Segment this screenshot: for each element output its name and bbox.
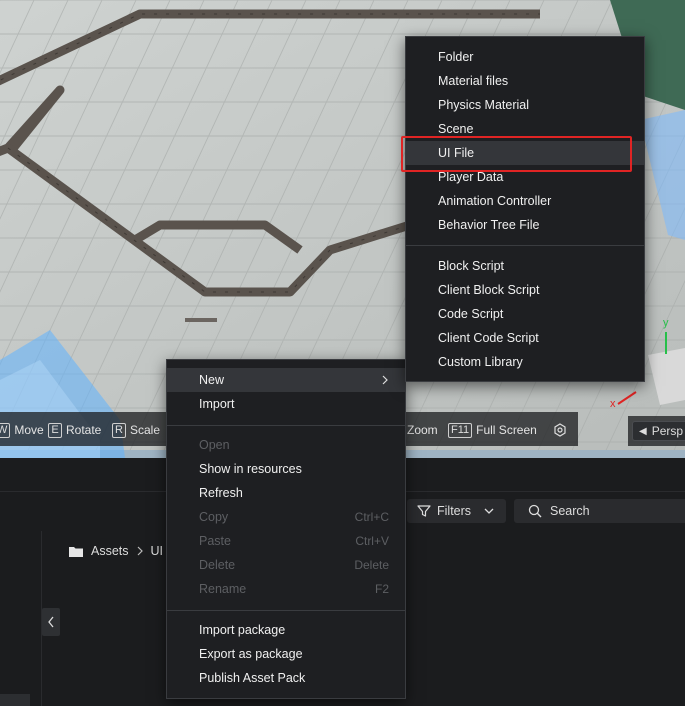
submenu-item-client-block-script[interactable]: Client Block Script bbox=[406, 278, 644, 302]
menu-item-shortcut: Ctrl+C bbox=[354, 510, 389, 524]
menu-item-shortcut: Ctrl+V bbox=[355, 534, 389, 548]
menu-item-copy: Copy Ctrl+C bbox=[167, 505, 405, 529]
menu-item-label: Import bbox=[199, 397, 235, 411]
submenu-item-custom-library[interactable]: Custom Library bbox=[406, 350, 644, 374]
menu-item-label: Player Data bbox=[438, 170, 504, 184]
menu-item-new[interactable]: New bbox=[167, 368, 405, 392]
collapse-sidebar-button[interactable] bbox=[42, 608, 60, 636]
breadcrumb-assets[interactable]: Assets bbox=[91, 544, 129, 558]
menu-item-label: Code Script bbox=[438, 307, 504, 321]
rotate-key: E bbox=[48, 422, 62, 438]
menu-item-label: Folder bbox=[438, 50, 474, 64]
chevron-right-icon bbox=[137, 546, 143, 556]
scale-tool-label: Scale bbox=[130, 423, 161, 437]
chevron-left-icon bbox=[48, 616, 54, 628]
menu-item-label: Custom Library bbox=[438, 355, 523, 369]
move-key: W bbox=[0, 422, 11, 438]
fullscreen-label: Full Screen bbox=[476, 423, 537, 437]
menu-item-label: Client Code Script bbox=[438, 331, 539, 345]
breadcrumb: Assets UI bbox=[68, 544, 163, 558]
submenu-item-folder[interactable]: Folder bbox=[406, 45, 644, 69]
menu-item-label: Client Block Script bbox=[438, 283, 540, 297]
menu-item-label: Import package bbox=[199, 623, 286, 637]
menu-item-label: Show in resources bbox=[199, 462, 302, 476]
menu-item-label: New bbox=[199, 373, 225, 387]
menu-item-open: Open bbox=[167, 433, 405, 457]
fullscreen-button[interactable]: F11 Full Screen bbox=[448, 419, 537, 441]
perspective-toggle[interactable]: ◀ Persp bbox=[632, 421, 685, 441]
menu-item-label: Paste bbox=[199, 534, 231, 548]
x-axis-label: x bbox=[610, 398, 616, 410]
menu-item-label: Delete bbox=[199, 558, 236, 572]
breadcrumb-ui[interactable]: UI bbox=[151, 544, 164, 558]
new-submenu: Folder Material files Physics Material S… bbox=[405, 36, 645, 382]
filter-icon bbox=[417, 505, 431, 517]
menu-item-label: Publish Asset Pack bbox=[199, 671, 306, 685]
search-icon bbox=[528, 504, 542, 518]
menu-item-label: Block Script bbox=[438, 259, 504, 273]
menu-divider bbox=[167, 610, 405, 611]
back-arrow-icon: ◀ bbox=[639, 425, 647, 437]
folder-icon bbox=[69, 546, 83, 557]
menu-item-label: Material files bbox=[438, 74, 509, 88]
menu-item-import-package[interactable]: Import package bbox=[167, 618, 405, 642]
move-tool-button[interactable]: W Move bbox=[0, 419, 44, 441]
annotation-highlight-box bbox=[401, 136, 632, 172]
rotate-tool-label: Rotate bbox=[66, 423, 102, 437]
menu-item-label: Copy bbox=[199, 510, 229, 524]
menu-item-rename: Rename F2 bbox=[167, 577, 405, 601]
search-placeholder: Search bbox=[550, 504, 590, 518]
submenu-item-code-script[interactable]: Code Script bbox=[406, 302, 644, 326]
submenu-item-behavior-tree-file[interactable]: Behavior Tree File bbox=[406, 213, 644, 237]
submenu-arrow-icon bbox=[382, 375, 388, 385]
submenu-item-material-files[interactable]: Material files bbox=[406, 69, 644, 93]
submenu-item-physics-material[interactable]: Physics Material bbox=[406, 93, 644, 117]
scrollbar[interactable] bbox=[0, 694, 30, 706]
perspective-label: Persp bbox=[651, 424, 684, 438]
menu-item-label: Refresh bbox=[199, 486, 243, 500]
menu-item-delete: Delete Delete bbox=[167, 553, 405, 577]
menu-item-label: Animation Controller bbox=[438, 194, 552, 208]
scale-key: R bbox=[112, 422, 126, 438]
menu-item-shortcut: F2 bbox=[374, 582, 389, 596]
menu-item-label: Rename bbox=[199, 582, 247, 596]
menu-item-show-in-resources[interactable]: Show in resources bbox=[167, 457, 405, 481]
move-tool-label: Move bbox=[14, 423, 44, 437]
chevron-down-icon bbox=[484, 508, 494, 514]
scale-tool-button[interactable]: R Scale bbox=[112, 419, 160, 441]
zoom-label: Zoom bbox=[407, 423, 438, 437]
y-axis-label: y bbox=[663, 317, 669, 329]
menu-divider bbox=[167, 425, 405, 426]
menu-item-refresh[interactable]: Refresh bbox=[167, 481, 405, 505]
filters-button[interactable]: Filters bbox=[407, 499, 506, 523]
menu-item-publish-asset-pack[interactable]: Publish Asset Pack bbox=[167, 666, 405, 690]
menu-item-label: Open bbox=[199, 438, 230, 452]
menu-item-label: Physics Material bbox=[438, 98, 529, 112]
folder-tree[interactable] bbox=[0, 531, 42, 706]
search-input[interactable]: Search bbox=[514, 499, 685, 523]
snap-icon bbox=[554, 423, 566, 437]
menu-item-label: Scene bbox=[438, 122, 474, 136]
rotate-tool-button[interactable]: E Rotate bbox=[48, 419, 101, 441]
menu-item-label: Export as package bbox=[199, 647, 303, 661]
submenu-item-client-code-script[interactable]: Client Code Script bbox=[406, 326, 644, 350]
menu-divider bbox=[406, 245, 644, 246]
submenu-item-animation-controller[interactable]: Animation Controller bbox=[406, 189, 644, 213]
menu-item-export-package[interactable]: Export as package bbox=[167, 642, 405, 666]
filters-label: Filters bbox=[437, 504, 472, 518]
menu-item-import[interactable]: Import bbox=[167, 392, 405, 416]
submenu-item-block-script[interactable]: Block Script bbox=[406, 254, 644, 278]
menu-item-label: Behavior Tree File bbox=[438, 218, 540, 232]
menu-item-paste: Paste Ctrl+V bbox=[167, 529, 405, 553]
fullscreen-key: F11 bbox=[448, 422, 473, 438]
zoom-button[interactable]: Zoom bbox=[407, 419, 438, 441]
snap-settings-button[interactable] bbox=[553, 419, 567, 441]
menu-item-shortcut: Delete bbox=[354, 558, 389, 572]
asset-context-menu: New Import Open Show in resources Refres… bbox=[166, 359, 406, 699]
